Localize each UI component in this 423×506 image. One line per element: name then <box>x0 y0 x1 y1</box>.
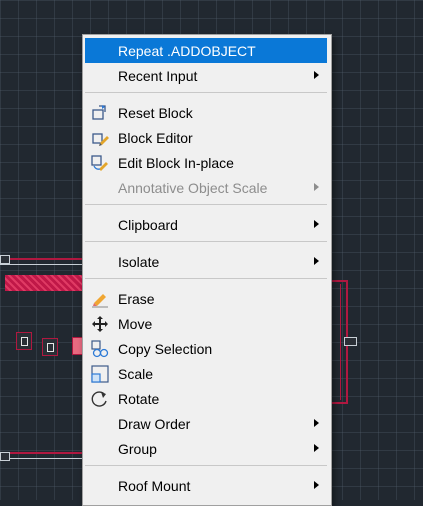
menu-item-recent-input[interactable]: Recent Input <box>85 63 327 88</box>
wall-line-bottom-inner <box>0 458 90 459</box>
scale-icon <box>91 365 109 383</box>
menu-item-copy-selection[interactable]: Copy Selection <box>85 336 327 361</box>
block-editor-icon <box>91 129 109 147</box>
menu-item-label: Rotate <box>118 391 160 407</box>
wall-line-top <box>0 258 90 260</box>
submenu-arrow-icon <box>314 257 319 265</box>
menu-item-label: Scale <box>118 366 154 382</box>
menu-item-label: Draw Order <box>118 416 191 432</box>
submenu-arrow-icon <box>314 71 319 79</box>
menu-item-edit-block-in-place[interactable]: Edit Block In-place <box>85 150 327 175</box>
dimension-marker-right <box>344 337 357 346</box>
menu-item-isolate[interactable]: Isolate <box>85 249 327 274</box>
menu-item-label: Group <box>118 441 157 457</box>
menu-separator <box>85 92 327 93</box>
menu-item-label: Move <box>118 316 153 332</box>
context-menu: Repeat .ADDOBJECT Recent Input Reset Blo… <box>82 34 332 506</box>
menu-item-label: Reset Block <box>118 105 193 121</box>
component-tag-2[interactable] <box>42 338 58 356</box>
menu-item-scale[interactable]: Scale <box>85 361 327 386</box>
menu-separator <box>85 278 327 279</box>
component-tag-glyph <box>47 343 54 352</box>
submenu-arrow-icon <box>314 481 319 489</box>
menu-item-draw-order[interactable]: Draw Order <box>85 411 327 436</box>
menu-item-clipboard[interactable]: Clipboard <box>85 212 327 237</box>
menu-item-erase[interactable]: Erase <box>85 286 327 311</box>
menu-item-label: Repeat .ADDOBJECT <box>118 43 256 59</box>
eraser-icon <box>91 290 109 308</box>
menu-item-label: Annotative Object Scale <box>118 180 268 196</box>
component-tag-glyph <box>21 337 28 346</box>
wall-line-right-bottom <box>330 402 348 404</box>
wall-line-bottom <box>0 452 90 454</box>
menu-item-repeat-addobject[interactable]: Repeat .ADDOBJECT <box>85 38 327 63</box>
menu-item-block-editor[interactable]: Block Editor <box>85 125 327 150</box>
menu-item-label: Isolate <box>118 254 160 270</box>
rotate-icon <box>91 390 109 408</box>
copy-icon <box>91 340 109 358</box>
submenu-arrow-icon <box>314 220 319 228</box>
menu-item-label: Recent Input <box>118 68 198 84</box>
reset-block-icon <box>91 104 109 122</box>
hatched-beam[interactable] <box>5 275 85 291</box>
dimension-marker-bottom <box>0 452 10 461</box>
menu-item-label: Edit Block In-place <box>118 155 234 171</box>
submenu-arrow-icon <box>314 183 319 191</box>
menu-item-group[interactable]: Group <box>85 436 327 461</box>
wall-line-top-inner <box>0 264 90 265</box>
menu-separator <box>85 204 327 205</box>
menu-item-move[interactable]: Move <box>85 311 327 336</box>
menu-item-roof-mount[interactable]: Roof Mount <box>85 473 327 498</box>
wall-line-right-inner <box>340 284 341 400</box>
submenu-arrow-icon <box>314 419 319 427</box>
menu-item-label: Clipboard <box>118 217 178 233</box>
menu-item-reset-block[interactable]: Reset Block <box>85 100 327 125</box>
menu-item-label: Erase <box>118 291 155 307</box>
menu-separator <box>85 241 327 242</box>
menu-item-label: Block Editor <box>118 130 193 146</box>
component-tag-1[interactable] <box>16 332 32 350</box>
menu-item-label: Copy Selection <box>118 341 213 357</box>
submenu-arrow-icon <box>314 444 319 452</box>
menu-item-rotate[interactable]: Rotate <box>85 386 327 411</box>
wall-line-right-top <box>330 280 348 282</box>
menu-item-label: Roof Mount <box>118 478 191 494</box>
dimension-marker-left <box>0 255 10 264</box>
edit-block-in-place-icon <box>91 154 109 172</box>
move-icon <box>91 315 109 333</box>
menu-separator <box>85 465 327 466</box>
menu-item-annotative-object-scale[interactable]: Annotative Object Scale <box>85 175 327 200</box>
